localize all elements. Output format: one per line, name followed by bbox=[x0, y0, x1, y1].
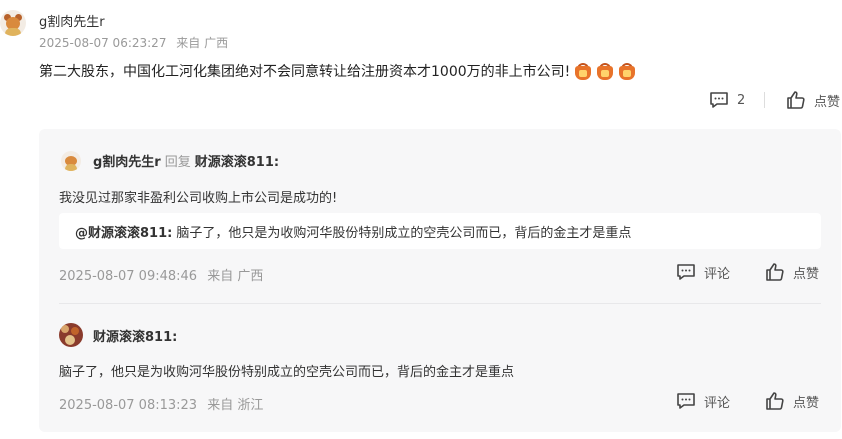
reply-header: g割肉先生r 回复 财源滚滚811: bbox=[93, 151, 279, 170]
comment-location: 来自 广西 bbox=[176, 36, 229, 50]
money-bag-icon bbox=[574, 62, 592, 80]
reply-location: 来自 广西 bbox=[207, 269, 264, 284]
comment-content: 第二大股东，中国化工河化集团绝对不会同意转让给注册资本才1000万的非上市公司! bbox=[39, 61, 636, 81]
like-label: 点赞 bbox=[793, 266, 820, 282]
comment-time: 2025-08-07 06:23:27 bbox=[39, 36, 167, 50]
replies-section: g割肉先生r 回复 财源滚滚811: 我没见过那家非盈利公司收购上市公司是成功的… bbox=[39, 129, 841, 432]
like-label: 点赞 bbox=[814, 94, 841, 110]
comment-icon bbox=[677, 264, 695, 280]
reply-word: 回复 bbox=[164, 155, 191, 170]
quote-username[interactable]: @财源滚滚811: bbox=[75, 222, 172, 241]
comment-username[interactable]: g割肉先生r bbox=[39, 11, 105, 30]
money-bag-icon bbox=[618, 62, 636, 80]
comment-text: 第二大股东，中国化工河化集团绝对不会同意转让给注册资本才1000万的非上市公司! bbox=[39, 64, 571, 80]
like-label: 点赞 bbox=[793, 395, 820, 411]
comment-count: 2 bbox=[737, 92, 746, 108]
quote-text: 脑子了，他只是为收购河华股份特别成立的空壳公司而已，背后的金主才是重点 bbox=[176, 225, 632, 241]
reply-avatar[interactable] bbox=[59, 323, 83, 347]
reply-comment-button[interactable]: 评论 bbox=[676, 262, 730, 282]
reply-comment-button[interactable]: 评论 bbox=[676, 391, 730, 411]
comment-label: 评论 bbox=[704, 266, 731, 282]
reply-like-button[interactable]: 点赞 bbox=[765, 391, 819, 411]
user-avatar[interactable] bbox=[0, 10, 26, 36]
action-divider bbox=[764, 92, 765, 108]
reply-location: 来自 浙江 bbox=[207, 398, 264, 413]
money-bag-icon bbox=[596, 62, 614, 80]
thumbs-up-icon bbox=[766, 392, 784, 410]
reply-avatar[interactable] bbox=[61, 151, 81, 171]
reply-like-button[interactable]: 点赞 bbox=[765, 262, 819, 282]
reply-target[interactable]: 财源滚滚811: bbox=[195, 151, 279, 170]
reply-text: 脑子了，他只是为收购河华股份特别成立的空壳公司而已，背后的金主才是重点 bbox=[59, 365, 515, 380]
comment-label: 评论 bbox=[704, 395, 731, 411]
quoted-comment: @财源滚滚811: 脑子了，他只是为收购河华股份特别成立的空壳公司而已，背后的金… bbox=[59, 213, 821, 249]
reply-time: 2025-08-07 08:13:23 bbox=[59, 398, 198, 413]
like-button[interactable]: 点赞 bbox=[786, 90, 840, 110]
thumbs-up-icon bbox=[787, 91, 805, 109]
reply-text: 我没见过那家非盈利公司收购上市公司是成功的! bbox=[59, 191, 338, 206]
thumbs-up-icon bbox=[766, 263, 784, 281]
comment-icon bbox=[710, 92, 728, 108]
reply-divider bbox=[59, 303, 821, 304]
reply-meta: 2025-08-07 09:48:46 来自 广西 bbox=[59, 265, 269, 284]
comment-icon bbox=[677, 393, 695, 409]
comment-meta: 2025-08-07 06:23:27 来自 广西 bbox=[39, 34, 234, 51]
reply-username[interactable]: g割肉先生r bbox=[93, 151, 161, 170]
reply-meta: 2025-08-07 08:13:23 来自 浙江 bbox=[59, 394, 269, 413]
comment-count-button[interactable]: 2 bbox=[709, 90, 745, 110]
reply-username[interactable]: 财源滚滚811: bbox=[93, 326, 177, 345]
reply-time: 2025-08-07 09:48:46 bbox=[59, 269, 198, 284]
